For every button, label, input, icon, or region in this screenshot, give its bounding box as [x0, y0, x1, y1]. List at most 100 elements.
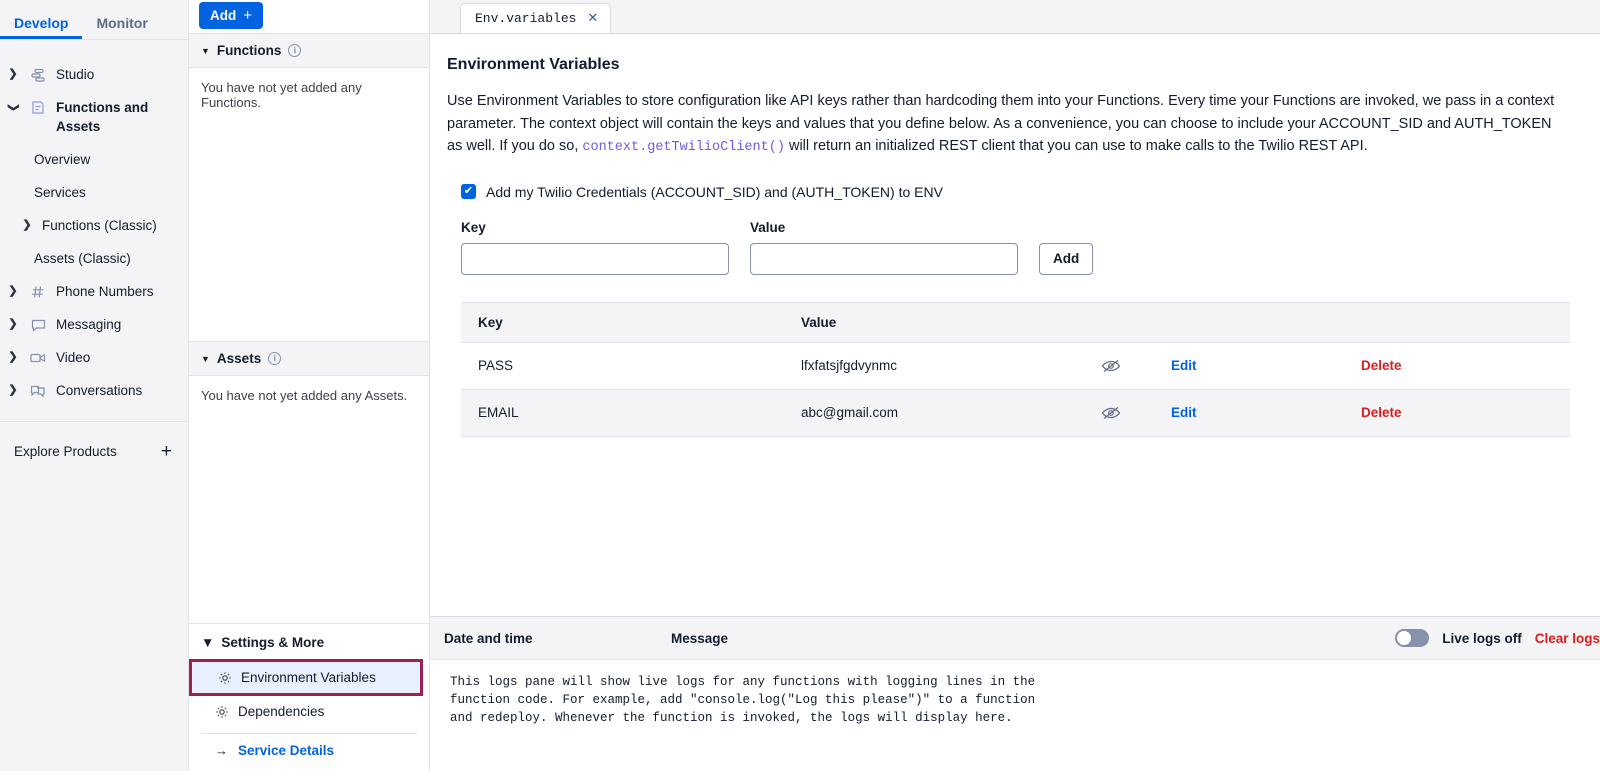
- add-variable-button[interactable]: Add: [1039, 242, 1094, 275]
- info-icon[interactable]: i: [268, 352, 282, 365]
- gear-icon: [215, 705, 229, 719]
- toggle-knob: [1397, 631, 1412, 645]
- functions-empty-text: You have not yet added any Functions.: [201, 80, 362, 110]
- plus-icon[interactable]: +: [161, 442, 172, 461]
- column-header-edit: [1171, 301, 1361, 343]
- table-row: PASS lfxfatsjfgdvynmc Edit Delete: [461, 342, 1570, 390]
- key-label: Key: [461, 219, 486, 235]
- functions-list-area: [189, 122, 429, 341]
- cell-visibility: [1101, 342, 1171, 390]
- functions-section-header[interactable]: ▼ Functions i: [189, 33, 429, 68]
- caret-down-icon: ▼: [201, 635, 215, 650]
- column-header-key: Key: [461, 301, 801, 343]
- sidebar-item-assets-classic[interactable]: Assets (Classic): [0, 242, 188, 275]
- service-details-label: Service Details: [238, 743, 335, 758]
- cell-visibility: [1101, 389, 1171, 437]
- value-label: Value: [750, 219, 786, 235]
- logs-body: This logs pane will show live logs for a…: [430, 660, 1600, 771]
- add-button[interactable]: Add +: [199, 2, 264, 29]
- info-icon[interactable]: i: [288, 44, 302, 57]
- sidebar-item-label: Environment Variables: [241, 670, 376, 685]
- logs-pane: Date and time Message Live logs off Clea…: [430, 616, 1600, 771]
- delete-link[interactable]: Delete: [1361, 405, 1402, 420]
- logs-column-message: Message: [671, 630, 729, 646]
- assets-empty-text: You have not yet added any Assets.: [201, 388, 408, 403]
- left-navigation: Develop Monitor ❯ Studio ❯ Functions and…: [0, 0, 189, 771]
- sidebar-item-environment-variables[interactable]: Environment Variables: [192, 662, 420, 693]
- nav-tabbar: Develop Monitor: [0, 0, 188, 40]
- edit-link[interactable]: Edit: [1171, 358, 1197, 373]
- sidebar-item-label: Overview: [34, 152, 91, 167]
- tab-monitor[interactable]: Monitor: [82, 16, 161, 39]
- nav-item-list: ❯ Studio ❯ Functions and Assets Overview…: [0, 40, 188, 407]
- page-description: Use Environment Variables to store confi…: [447, 90, 1567, 160]
- add-button-label: Add: [210, 8, 237, 23]
- table-header-row: Key Value: [461, 301, 1570, 343]
- chevron-right-icon: ❯: [8, 318, 18, 330]
- column-header-delete: [1361, 301, 1570, 343]
- environment-variables-table: Key Value PASS lfxfatsjfgdvynmc Edit Del…: [461, 301, 1570, 437]
- main-editor: Env.variables ✕ Environment Variables Us…: [430, 0, 1600, 771]
- logs-controls: Live logs off Clear logs: [1395, 629, 1600, 647]
- page-title: Environment Variables: [447, 56, 620, 73]
- sidebar-item-label: Services: [34, 185, 86, 200]
- editor-content: Environment Variables Use Environment Va…: [430, 33, 1600, 616]
- add-bar: Add +: [189, 0, 429, 33]
- functions-section-title: Functions: [216, 43, 282, 58]
- sidebar-item-label: Assets (Classic): [34, 251, 131, 266]
- cell-delete: Delete: [1361, 342, 1570, 390]
- sidebar-item-services[interactable]: Services: [0, 176, 188, 209]
- logs-header: Date and time Message Live logs off Clea…: [430, 617, 1600, 660]
- sidebar-item-functions-and-assets[interactable]: ❯ Functions and Assets: [0, 91, 188, 143]
- credentials-checkbox-row: ✔ Add my Twilio Credentials (ACCOUNT_SID…: [461, 184, 1570, 200]
- explore-products-button[interactable]: Explore Products +: [0, 422, 188, 461]
- plus-icon: +: [243, 7, 253, 24]
- caret-down-icon: ▼: [201, 45, 210, 56]
- cell-delete: Delete: [1361, 389, 1570, 437]
- sidebar-item-conversations[interactable]: ❯ Conversations: [0, 374, 188, 407]
- cell-value: lfxfatsjfgdvynmc: [801, 342, 1101, 390]
- logs-column-date: Date and time: [444, 630, 533, 646]
- explore-products-label: Explore Products: [14, 444, 117, 459]
- sidebar-item-phone-numbers[interactable]: ❯ Phone Numbers: [0, 275, 188, 308]
- sidebar-item-dependencies[interactable]: Dependencies: [189, 696, 429, 727]
- eye-slash-icon[interactable]: [1101, 405, 1171, 421]
- gear-icon: [218, 671, 232, 685]
- tab-develop[interactable]: Develop: [0, 16, 82, 39]
- key-input[interactable]: [461, 242, 729, 275]
- sidebar-item-studio[interactable]: ❯ Studio: [0, 58, 188, 91]
- sidebar-item-video[interactable]: ❯ Video: [0, 341, 188, 374]
- assets-section-header[interactable]: ▼ Assets i: [189, 341, 429, 376]
- settings-section-header[interactable]: ▼ Settings & More: [189, 624, 429, 659]
- clear-logs-button[interactable]: Clear logs: [1535, 631, 1600, 646]
- functions-icon: [28, 98, 48, 117]
- service-details-link[interactable]: → Service Details: [189, 734, 429, 767]
- chevron-right-icon: ❯: [8, 68, 18, 80]
- sidebar-item-label: Functions and Assets: [56, 100, 149, 134]
- credentials-checkbox-label: Add my Twilio Credentials (ACCOUNT_SID) …: [486, 183, 943, 200]
- hash-icon: [28, 282, 48, 301]
- live-logs-label: Live logs off: [1442, 630, 1522, 646]
- column-header-visibility: [1101, 301, 1171, 343]
- settings-section-title: Settings & More: [221, 635, 325, 650]
- cell-value: abc@gmail.com: [801, 389, 1101, 437]
- inline-code: context.getTwilioClient(): [582, 140, 785, 155]
- sidebar-item-label: Phone Numbers: [56, 284, 154, 299]
- value-field-group: Value: [750, 220, 1018, 275]
- column-header-value: Value: [801, 301, 1101, 343]
- value-input[interactable]: [750, 242, 1018, 275]
- tab-env-variables[interactable]: Env.variables ✕: [460, 3, 612, 33]
- close-icon[interactable]: ✕: [587, 10, 598, 26]
- live-logs-toggle[interactable]: [1395, 629, 1430, 647]
- sidebar-item-overview[interactable]: Overview: [0, 143, 188, 176]
- edit-link[interactable]: Edit: [1171, 405, 1197, 420]
- cell-key: PASS: [461, 342, 801, 390]
- delete-link[interactable]: Delete: [1361, 358, 1402, 373]
- sidebar-item-messaging[interactable]: ❯ Messaging: [0, 308, 188, 341]
- sidebar-item-functions-classic[interactable]: ❯ Functions (Classic): [0, 209, 188, 242]
- eye-slash-icon[interactable]: [1101, 358, 1171, 374]
- chevron-down-icon: ❯: [7, 102, 20, 113]
- environment-variables-highlight: Environment Variables: [189, 659, 423, 696]
- credentials-checkbox[interactable]: ✔: [461, 184, 476, 199]
- arrow-right-icon: →: [215, 743, 228, 758]
